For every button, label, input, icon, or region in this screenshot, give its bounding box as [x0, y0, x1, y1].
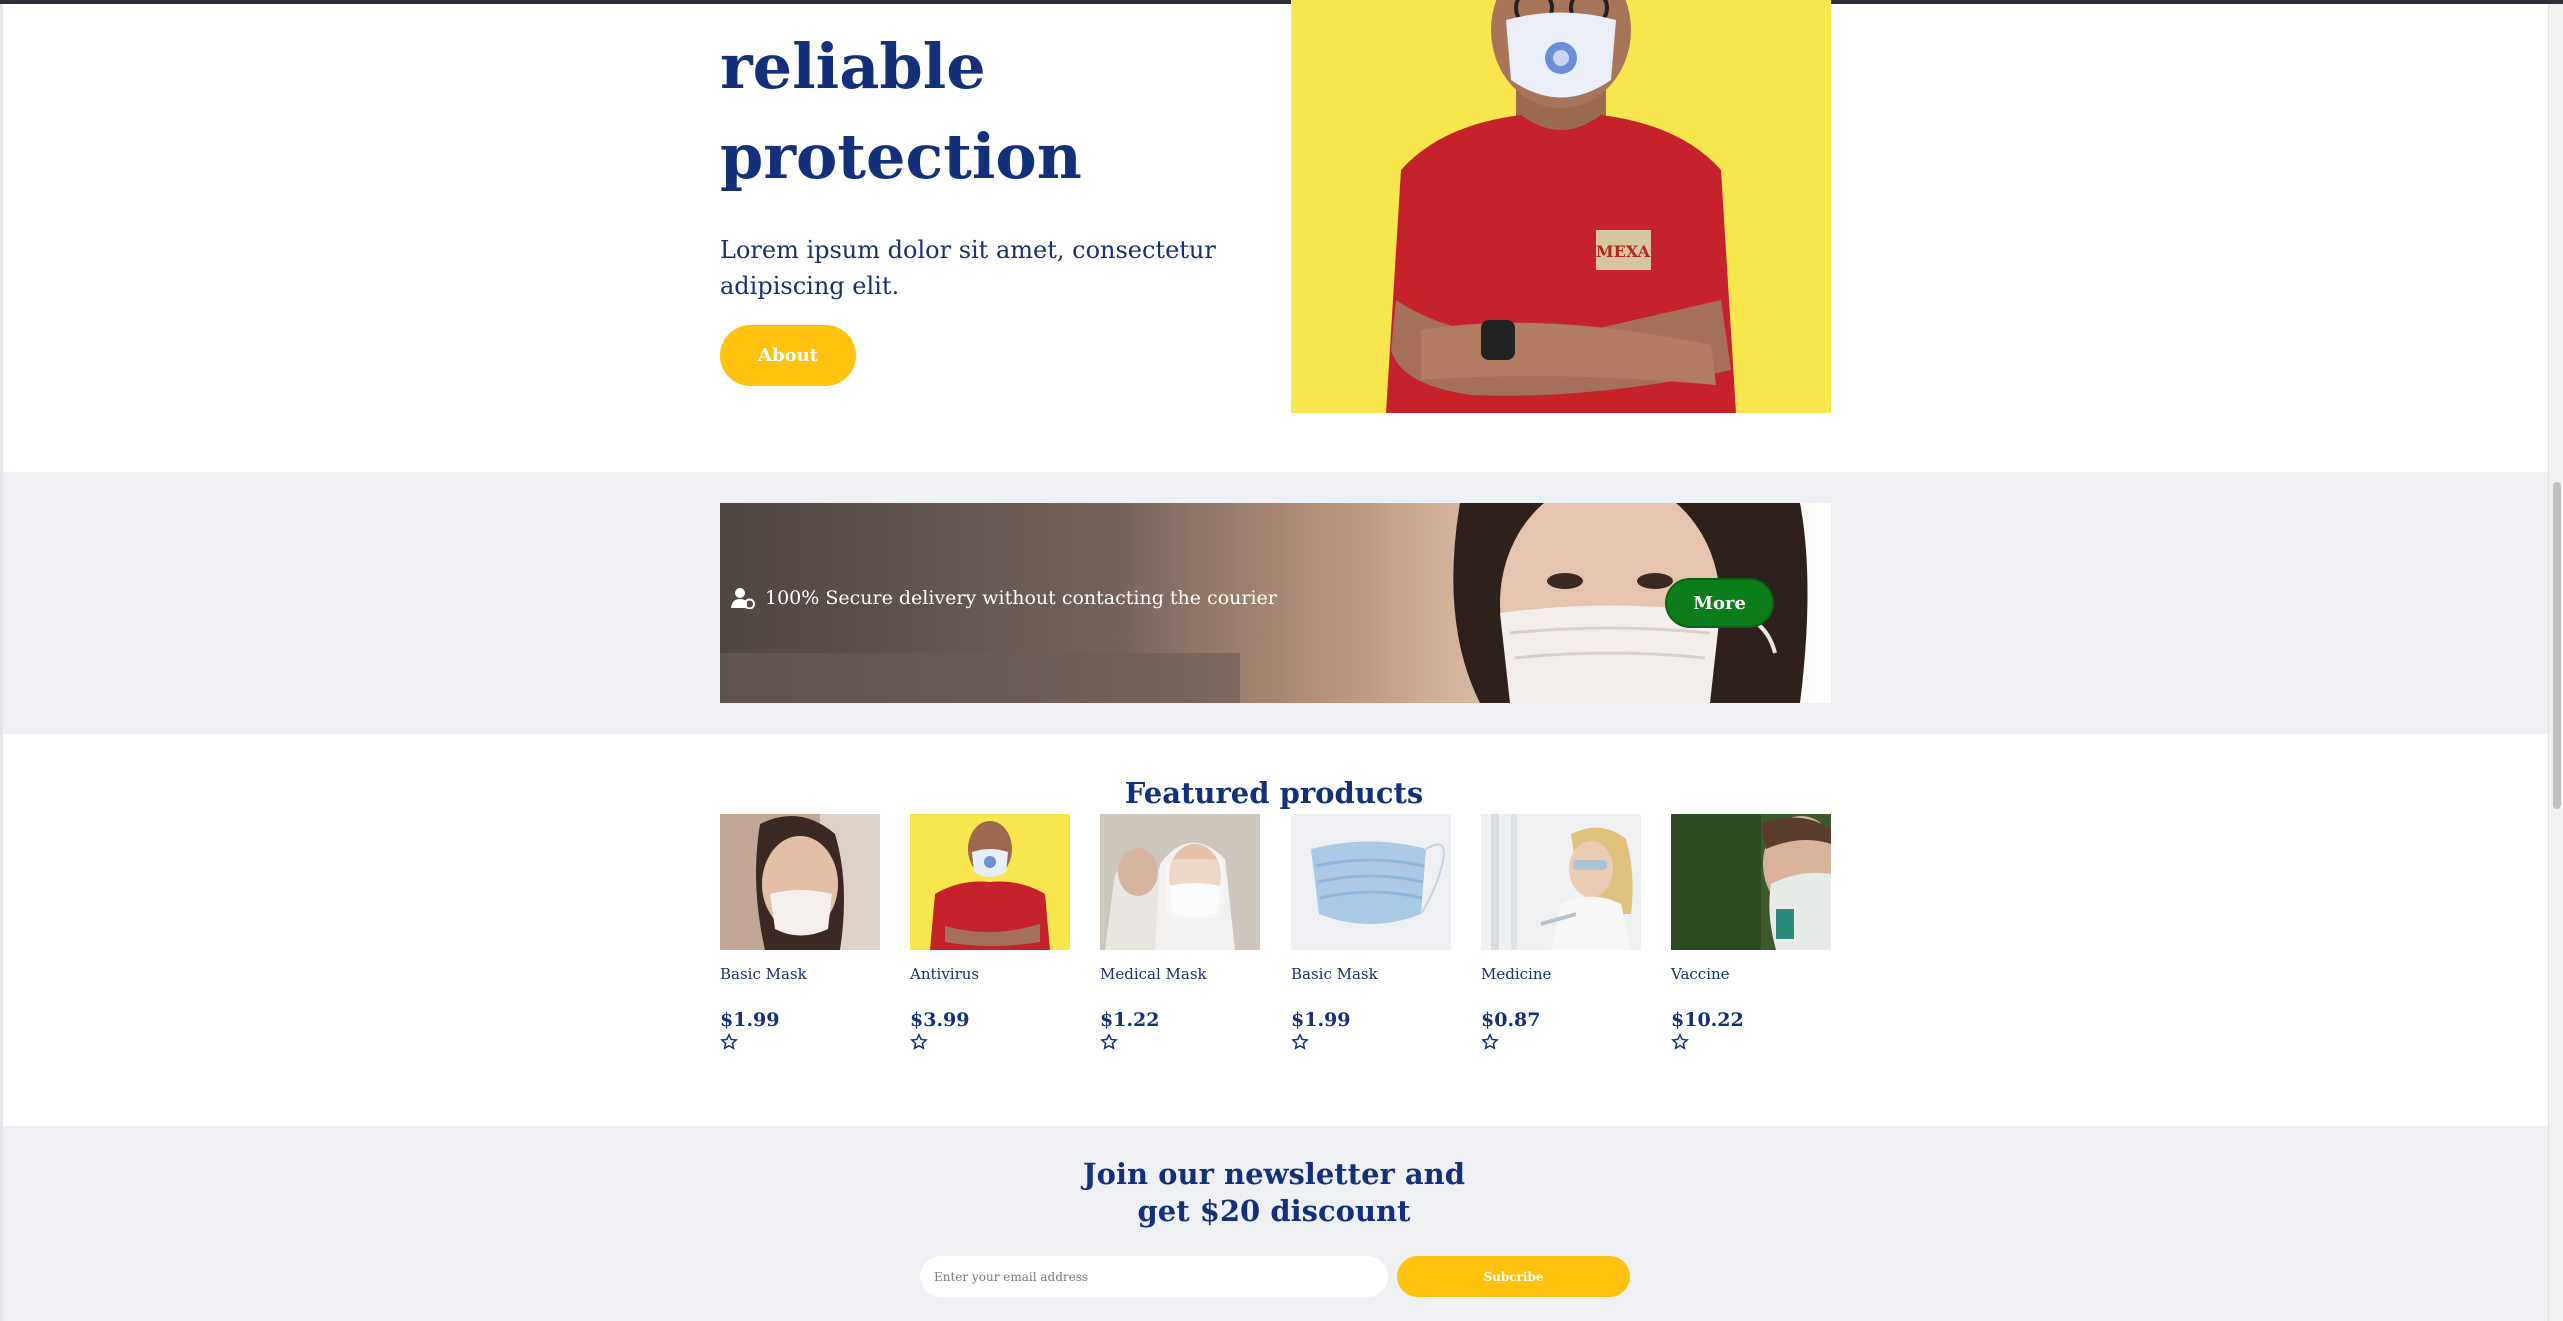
product-card[interactable]: Medicine $0.87	[1481, 814, 1641, 1051]
product-card[interactable]: Antivirus $3.99	[910, 814, 1070, 1051]
product-image-vaccine[interactable]	[1671, 814, 1831, 950]
hero-title-line1: reliable	[720, 30, 986, 103]
product-price: $1.99	[1291, 1009, 1351, 1031]
newsletter-title-line2: get $20 discount	[1137, 1194, 1411, 1228]
product-card[interactable]: Medical Mask $1.22	[1100, 814, 1260, 1051]
newsletter-title-line1: Join our newsletter and	[1082, 1157, 1466, 1191]
newsletter-title: Join our newsletter and get $20 discount	[0, 1156, 2548, 1230]
more-button[interactable]: More	[1665, 578, 1774, 628]
star-icon[interactable]	[1100, 1033, 1118, 1051]
product-name[interactable]: Medicine	[1481, 965, 1641, 983]
product-price: $1.99	[720, 1009, 780, 1031]
product-name[interactable]: Vaccine	[1671, 965, 1831, 983]
email-input[interactable]	[920, 1256, 1388, 1297]
page-scrollbar[interactable]	[2548, 4, 2563, 1321]
hero-title-line2: protection	[720, 120, 1082, 193]
product-card[interactable]: Vaccine $10.22	[1671, 814, 1831, 1051]
hero-description: Lorem ipsum dolor sit amet, consectetur …	[720, 236, 1216, 300]
product-image-basic-mask[interactable]	[720, 814, 880, 950]
hero-title: reliable protection	[720, 22, 1082, 202]
product-image-medicine[interactable]	[1481, 814, 1641, 950]
product-image-antivirus[interactable]	[910, 814, 1070, 950]
star-icon[interactable]	[1291, 1033, 1309, 1051]
product-card[interactable]: Basic Mask $1.99	[1291, 814, 1451, 1051]
star-icon[interactable]	[1671, 1033, 1689, 1051]
product-price: $1.22	[1100, 1009, 1160, 1031]
svg-text:MEXA: MEXA	[1596, 242, 1651, 261]
product-name[interactable]: Basic Mask	[1291, 965, 1451, 983]
top-border	[0, 0, 2563, 4]
hero-image-man-with-mask: MEXA	[1291, 0, 1831, 413]
star-icon[interactable]	[1481, 1033, 1499, 1051]
star-icon[interactable]	[910, 1033, 928, 1051]
star-icon[interactable]	[720, 1033, 738, 1051]
scrollbar-thumb[interactable]	[2553, 482, 2561, 809]
subscribe-button[interactable]: Subcribe	[1397, 1256, 1630, 1297]
delivery-banner-text: 100% Secure delivery without contacting …	[731, 587, 1277, 609]
product-image-medical-mask[interactable]	[1100, 814, 1260, 950]
product-price: $3.99	[910, 1009, 970, 1031]
user-shield-icon	[731, 588, 755, 609]
product-price: $10.22	[1671, 1009, 1744, 1031]
product-name[interactable]: Medical Mask	[1100, 965, 1260, 983]
product-price: $0.87	[1481, 1009, 1541, 1031]
product-name[interactable]: Basic Mask	[720, 965, 880, 983]
product-image-basic-mask-blue[interactable]	[1291, 814, 1451, 950]
delivery-banner-label: 100% Secure delivery without contacting …	[765, 587, 1277, 609]
product-card[interactable]: Basic Mask $1.99	[720, 814, 880, 1051]
featured-products-title: Featured products	[1124, 776, 1424, 810]
about-button[interactable]: About	[720, 325, 856, 386]
product-name[interactable]: Antivirus	[910, 965, 1070, 983]
